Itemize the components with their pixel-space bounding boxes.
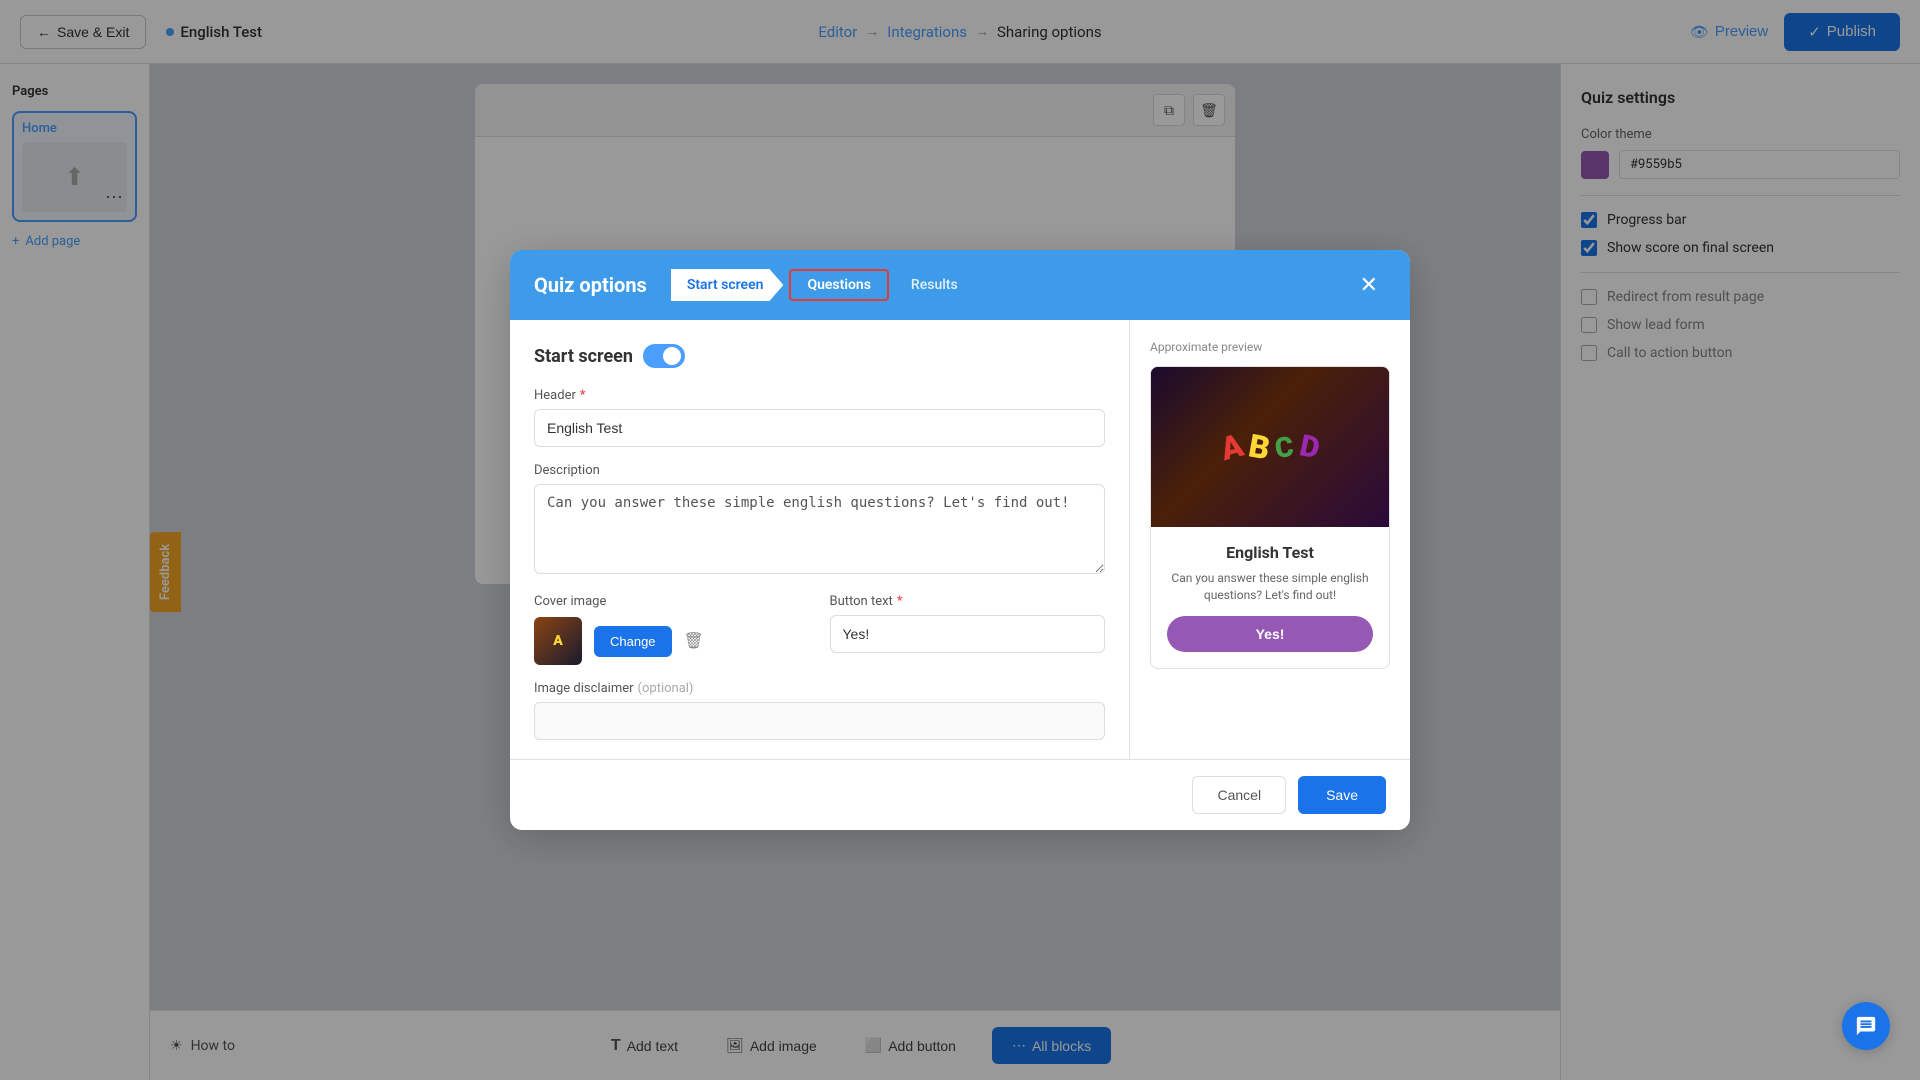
letter-c: C <box>1273 429 1296 464</box>
button-required-marker: * <box>897 594 903 609</box>
letter-d: D <box>1296 428 1322 466</box>
tab-start-screen[interactable]: Start screen <box>671 269 784 301</box>
preview-yes-button[interactable]: Yes! <box>1167 616 1373 652</box>
tab-pills: Start screen Questions Results <box>671 269 974 301</box>
preview-content: English Test Can you answer these simple… <box>1151 527 1389 668</box>
button-text-input[interactable] <box>830 615 1106 653</box>
preview-quiz-title: English Test <box>1167 543 1373 562</box>
preview-image: A B C D <box>1151 367 1389 527</box>
delete-image-button[interactable]: 🗑 <box>684 631 704 651</box>
chat-bubble-button[interactable] <box>1842 1002 1890 1050</box>
disclaimer-optional: (optional) <box>638 681 694 696</box>
modal-body: Start screen Header * Description Can yo… <box>510 320 1410 759</box>
modal-footer: Cancel Save <box>510 759 1410 830</box>
chat-icon <box>1855 1015 1877 1037</box>
preview-card: A B C D English Test Can you answer thes… <box>1150 366 1390 669</box>
modal-header: Quiz options Start screen Questions Resu… <box>510 250 1410 320</box>
quiz-options-modal: Quiz options Start screen Questions Resu… <box>510 250 1410 830</box>
modal-form: Start screen Header * Description Can yo… <box>510 320 1130 759</box>
change-image-button[interactable]: Change <box>594 626 672 657</box>
tab-questions[interactable]: Questions <box>789 269 888 301</box>
disclaimer-section: Image disclaimer (optional) <box>534 681 1105 740</box>
cover-image-label: Cover image <box>534 594 810 609</box>
header-required-marker: * <box>580 388 586 403</box>
cover-image-section: Cover image A Change 🗑 <box>534 594 810 665</box>
form-bottom-row: Cover image A Change 🗑 Button tex <box>534 594 1105 665</box>
button-text-section: Button text * <box>830 594 1106 665</box>
form-section-heading: Start screen <box>534 344 1105 368</box>
disclaimer-input[interactable] <box>534 702 1105 740</box>
disclaimer-label: Image disclaimer (optional) <box>534 681 1105 696</box>
modal-preview: Approximate preview A B C D English Te <box>1130 320 1410 759</box>
header-field-label: Header * <box>534 388 1105 403</box>
tab-results[interactable]: Results <box>891 269 974 301</box>
description-textarea[interactable]: Can you answer these simple english ques… <box>534 484 1105 574</box>
description-field-label: Description <box>534 463 1105 478</box>
letter-b: B <box>1246 426 1273 467</box>
cover-letter-1: A <box>553 633 563 649</box>
preview-letters: A B C D <box>1221 428 1319 466</box>
button-text-label: Button text * <box>830 594 1106 609</box>
header-input[interactable] <box>534 409 1105 447</box>
cancel-button[interactable]: Cancel <box>1192 776 1286 814</box>
modal-overlay: Quiz options Start screen Questions Resu… <box>0 0 1920 1080</box>
cover-thumbnail: A <box>534 617 582 665</box>
modal-title: Quiz options <box>534 273 647 297</box>
save-button[interactable]: Save <box>1298 776 1386 814</box>
letter-a: A <box>1216 426 1247 468</box>
preview-quiz-desc: Can you answer these simple english ques… <box>1167 570 1373 604</box>
cover-row: A Change 🗑 <box>534 617 810 665</box>
modal-close-button[interactable]: ✕ <box>1352 268 1386 302</box>
preview-label: Approximate preview <box>1150 340 1390 354</box>
start-screen-toggle[interactable] <box>643 344 685 368</box>
